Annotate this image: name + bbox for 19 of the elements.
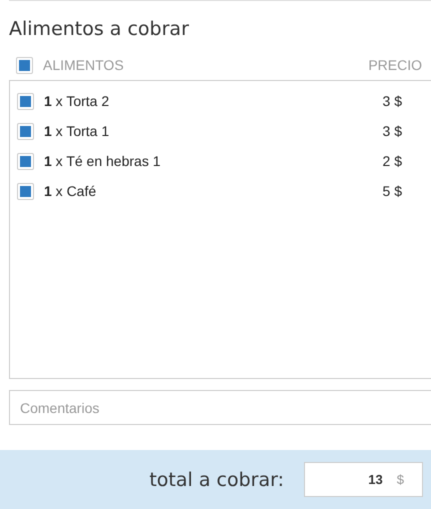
total-field[interactable]: 13 $ (304, 462, 423, 497)
item-label: 1 x Torta 2 (44, 93, 110, 109)
column-header: ALIMENTOS (43, 57, 125, 73)
section-title: Alimentos a cobrar (9, 17, 190, 41)
item-price: 3 $ (382, 93, 402, 109)
comments-field[interactable]: Comentarios (9, 390, 431, 425)
checkbox[interactable] (17, 182, 34, 200)
checkbox[interactable] (17, 92, 34, 110)
checkbox[interactable] (17, 122, 34, 140)
item-price: 2 $ (382, 153, 402, 169)
checkbox[interactable] (16, 56, 33, 74)
item-price: 3 $ (382, 123, 402, 139)
column-header: PRECIO (368, 57, 422, 73)
item-label: 1 x Torta 1 (44, 123, 110, 139)
checkbox[interactable] (17, 152, 34, 170)
item-label: 1 x Café (44, 183, 98, 199)
item-label: 1 x Té en hebras 1 (44, 153, 162, 169)
total-label: total a cobrar: (149, 468, 284, 490)
item-price: 5 $ (382, 183, 402, 199)
